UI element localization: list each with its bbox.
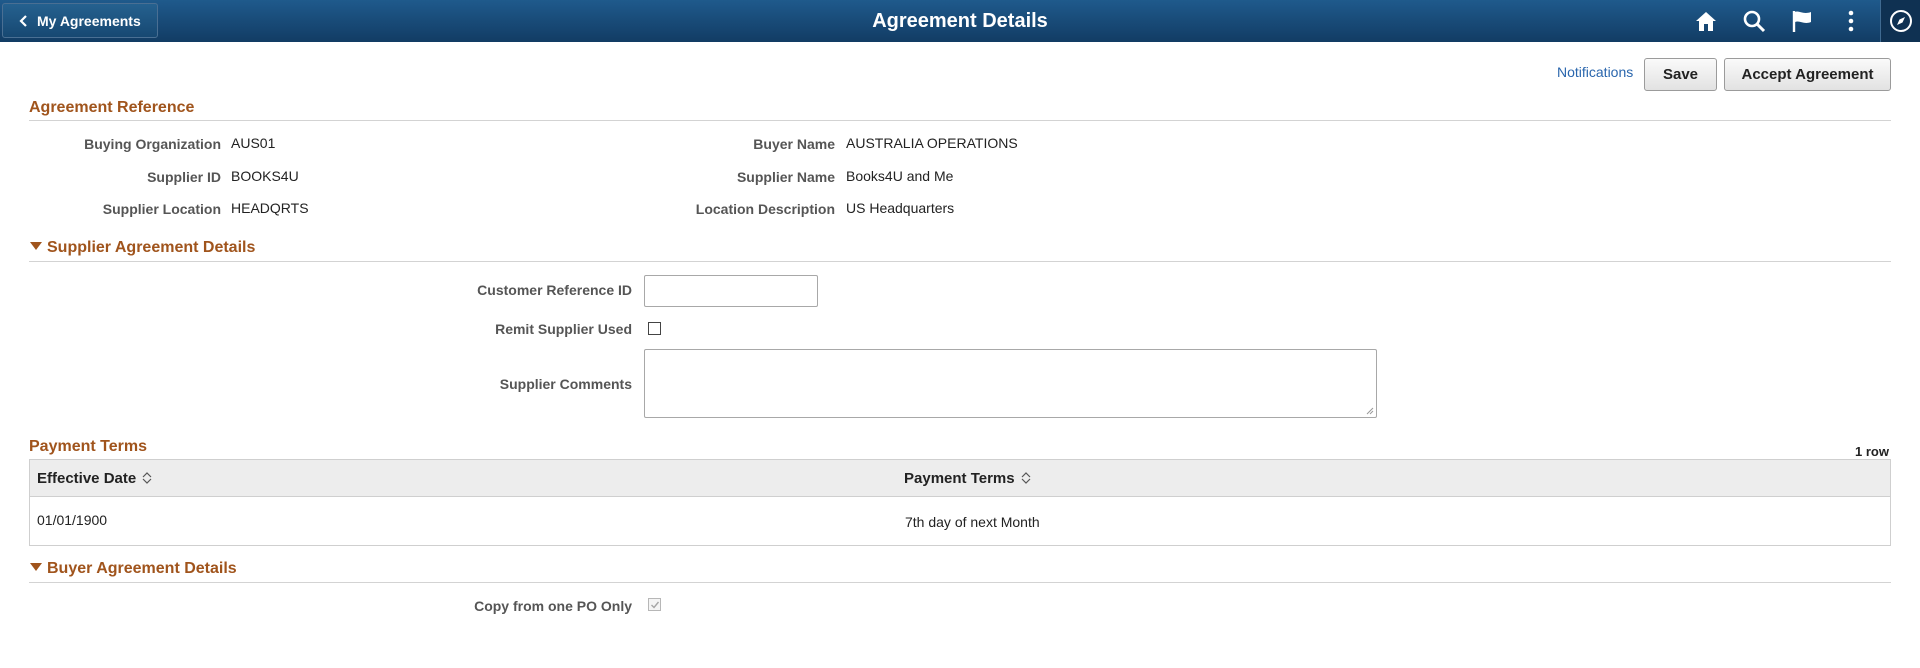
location-description-value: US Headquarters — [846, 200, 955, 216]
section-divider — [29, 582, 1891, 583]
save-button[interactable]: Save — [1644, 58, 1717, 91]
buyer-agreement-details-toggle[interactable]: Buyer Agreement Details — [30, 560, 237, 578]
supplier-agreement-details-title: Supplier Agreement Details — [47, 239, 256, 256]
payment-terms-cell: 7th day of next Month — [905, 514, 1040, 530]
section-divider — [29, 261, 1891, 262]
column-header-label: Effective Date — [37, 470, 137, 487]
supplier-name-value: Books4U and Me — [846, 168, 954, 184]
column-header-payment-terms[interactable]: Payment Terms — [904, 470, 1031, 487]
supplier-id-label: Supplier ID — [147, 169, 221, 185]
customer-reference-id-input[interactable] — [644, 275, 818, 307]
supplier-name-label: Supplier Name — [736, 169, 835, 185]
column-header-label: Payment Terms — [904, 470, 1015, 487]
collapse-triangle-icon — [30, 242, 42, 250]
payment-terms-grid: Effective Date Payment Terms 01/01/1900 … — [29, 459, 1891, 546]
payment-terms-title: Payment Terms — [29, 438, 147, 455]
supplier-location-label: Supplier Location — [102, 201, 221, 217]
accept-agreement-button[interactable]: Accept Agreement — [1724, 58, 1891, 91]
customer-reference-id-label: Customer Reference ID — [477, 282, 632, 298]
supplier-location-value: HEADQRTS — [231, 200, 309, 216]
copy-from-one-po-label: Copy from one PO Only — [474, 598, 632, 614]
supplier-comments-textarea[interactable] — [644, 349, 1377, 418]
row-count: 1 row — [1855, 444, 1889, 459]
check-icon — [651, 601, 660, 609]
compass-icon — [1890, 10, 1912, 32]
more-vertical-icon[interactable] — [1838, 8, 1864, 34]
grid-header-row: Effective Date Payment Terms — [30, 460, 1890, 497]
navbar-button[interactable] — [1880, 0, 1920, 42]
buying-organization-value: AUS01 — [231, 135, 276, 151]
page-title: Agreement Details — [872, 10, 1048, 32]
resize-handle-icon[interactable] — [1366, 407, 1374, 415]
column-header-effective-date[interactable]: Effective Date — [37, 470, 152, 487]
copy-from-one-po-checkbox — [648, 598, 661, 611]
section-divider — [29, 120, 1891, 121]
buyer-name-value: AUSTRALIA OPERATIONS — [846, 135, 1018, 151]
supplier-comments-label: Supplier Comments — [499, 376, 632, 392]
flag-icon[interactable] — [1789, 8, 1815, 34]
supplier-id-value: BOOKS4U — [231, 168, 299, 184]
remit-supplier-used-checkbox[interactable] — [648, 322, 661, 335]
collapse-triangle-icon — [30, 563, 42, 571]
sort-icon — [142, 472, 152, 484]
location-description-label: Location Description — [695, 201, 835, 217]
buying-organization-label: Buying Organization — [84, 136, 221, 152]
sort-icon — [1021, 472, 1031, 484]
buyer-name-label: Buyer Name — [753, 136, 835, 152]
search-icon[interactable] — [1741, 8, 1767, 34]
agreement-reference-title: Agreement Reference — [29, 99, 195, 116]
effective-date-cell: 01/01/1900 — [37, 512, 108, 528]
supplier-agreement-details-toggle[interactable]: Supplier Agreement Details — [30, 239, 255, 257]
remit-supplier-used-label: Remit Supplier Used — [495, 321, 632, 337]
notifications-link[interactable]: Notifications — [1557, 64, 1633, 80]
header-bar: My Agreements Agreement Details — [0, 0, 1920, 42]
buyer-agreement-details-title: Buyer Agreement Details — [47, 560, 237, 577]
home-icon[interactable] — [1693, 8, 1719, 34]
